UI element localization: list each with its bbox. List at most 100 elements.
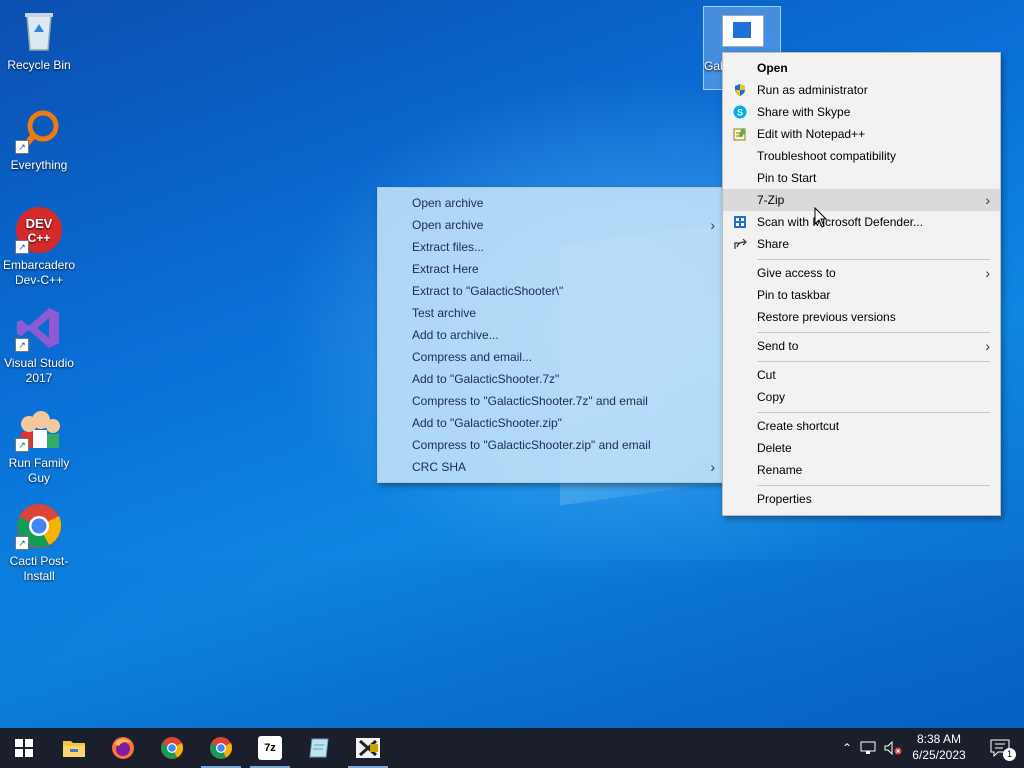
menu-item-rename[interactable]: Rename: [723, 459, 1000, 481]
menu-item-label: 7-Zip: [757, 193, 785, 207]
menu-item-pin-to-start[interactable]: Pin to Start: [723, 167, 1000, 189]
start-button[interactable]: [0, 728, 48, 768]
desktop-icon-cacti[interactable]: ↗ Cacti Post-Install: [2, 496, 76, 584]
windows-start-icon: [15, 739, 33, 757]
menu-item-give-access[interactable]: Give access to ›: [723, 262, 1000, 284]
svg-text:S: S: [737, 108, 743, 118]
defender-icon: [733, 215, 747, 229]
submenu-item-label: Compress and email...: [412, 350, 533, 364]
menu-item-scan-defender[interactable]: Scan with Microsoft Defender...: [723, 211, 1000, 233]
menu-item-restore-versions[interactable]: Restore previous versions: [723, 306, 1000, 328]
desktop-icon-visual-studio[interactable]: ↗ Visual Studio 2017: [2, 298, 76, 386]
submenu-item-open-archive[interactable]: Open archive: [378, 192, 725, 214]
selected-file-label: Gal: [704, 59, 723, 73]
submenu-item-label: CRC SHA: [412, 460, 467, 474]
taskbar-xampp[interactable]: [344, 728, 392, 768]
submenu-item-add-to-archive[interactable]: Add to archive...: [378, 324, 725, 346]
taskbar-file-explorer[interactable]: [50, 728, 98, 768]
submenu-item-add-to-zip[interactable]: Add to "GalacticShooter.zip": [378, 412, 725, 434]
application-icon: [722, 15, 764, 47]
family-guy-icon: ↗: [15, 404, 63, 452]
menu-separator: [757, 332, 990, 333]
submenu-item-label: Open archive: [412, 196, 484, 210]
submenu-item-open-archive-more[interactable]: Open archive ›: [378, 214, 725, 236]
taskbar-clock[interactable]: 8:38 AM 6/25/2023: [904, 731, 974, 763]
menu-separator: [757, 361, 990, 362]
desktop-icon-label: Recycle Bin: [7, 58, 71, 72]
taskbar-chrome-2[interactable]: [197, 728, 245, 768]
menu-separator: [757, 412, 990, 413]
submenu-item-crc-sha[interactable]: CRC SHA ›: [378, 456, 725, 478]
desktop-icon-everything[interactable]: ↗ Everything: [2, 100, 76, 173]
submenu-item-label: Test archive: [412, 306, 477, 320]
submenu-item-label: Add to archive...: [412, 328, 499, 342]
notepad-icon: [309, 738, 329, 758]
menu-item-label: Give access to: [757, 266, 836, 280]
submenu-item-compress-zip-email[interactable]: Compress to "GalacticShooter.zip" and em…: [378, 434, 725, 456]
chevron-right-icon: ›: [985, 192, 990, 208]
taskbar-7zip[interactable]: 7z: [246, 728, 294, 768]
submenu-item-label: Compress to "GalacticShooter.zip" and em…: [412, 438, 651, 452]
menu-item-share-skype[interactable]: S Share with Skype: [723, 101, 1000, 123]
menu-item-delete[interactable]: Delete: [723, 437, 1000, 459]
file-explorer-icon: [63, 741, 85, 757]
menu-item-create-shortcut[interactable]: Create shortcut: [723, 415, 1000, 437]
show-hidden-icons-chevron-icon[interactable]: ⌃: [838, 741, 856, 755]
taskbar-firefox[interactable]: [99, 728, 147, 768]
menu-item-copy[interactable]: Copy: [723, 386, 1000, 408]
menu-item-label: Scan with Microsoft Defender...: [757, 215, 924, 229]
submenu-item-label: Extract files...: [412, 240, 485, 254]
menu-item-label: Pin to Start: [757, 171, 817, 185]
chevron-right-icon: ›: [985, 338, 990, 354]
menu-item-troubleshoot[interactable]: Troubleshoot compatibility: [723, 145, 1000, 167]
menu-item-label: Create shortcut: [757, 419, 840, 433]
chevron-right-icon: ›: [710, 459, 715, 475]
menu-item-label: Open: [757, 61, 788, 75]
chevron-right-icon: ›: [710, 217, 715, 233]
menu-separator: [757, 485, 990, 486]
volume-muted-icon[interactable]: [884, 741, 902, 755]
submenu-item-compress-7z-email[interactable]: Compress to "GalacticShooter.7z" and ema…: [378, 390, 725, 412]
visual-studio-icon: ↗: [15, 304, 63, 352]
submenu-item-label: Compress to "GalacticShooter.7z" and ema…: [412, 394, 648, 408]
menu-item-properties[interactable]: Properties: [723, 488, 1000, 510]
menu-item-label: Troubleshoot compatibility: [757, 149, 896, 163]
shortcut-arrow-icon: ↗: [15, 438, 29, 452]
desktop-icon-recycle-bin[interactable]: Recycle Bin: [2, 0, 76, 73]
menu-item-label: Share with Skype: [757, 105, 851, 119]
menu-item-send-to[interactable]: Send to ›: [723, 335, 1000, 357]
menu-item-7zip[interactable]: 7-Zip ›: [723, 189, 1000, 211]
submenu-item-label: Extract to "GalacticShooter\": [412, 284, 564, 298]
submenu-item-test-archive[interactable]: Test archive: [378, 302, 725, 324]
menu-item-label: Delete: [757, 441, 792, 455]
submenu-item-extract-to[interactable]: Extract to "GalacticShooter\": [378, 280, 725, 302]
desktop-icon-devcpp[interactable]: DEV C++ ↗ Embarcadero Dev-C++: [2, 200, 76, 288]
menu-item-edit-notepadpp[interactable]: Edit with Notepad++: [723, 123, 1000, 145]
network-icon[interactable]: [860, 741, 876, 755]
menu-item-share[interactable]: Share: [723, 233, 1000, 255]
submenu-item-extract-files[interactable]: Extract files...: [378, 236, 725, 258]
skype-icon: S: [733, 105, 747, 119]
menu-item-open[interactable]: Open: [723, 57, 1000, 79]
desktop-icon-label: Visual Studio 2017: [4, 356, 74, 385]
taskbar-notepad[interactable]: [295, 728, 343, 768]
firefox-icon: [112, 737, 134, 759]
menu-item-label: Run as administrator: [757, 83, 868, 97]
mouse-cursor-icon: [814, 207, 828, 228]
action-center-button[interactable]: 1: [976, 728, 1024, 768]
system-tray: ⌃: [838, 728, 902, 768]
menu-item-pin-to-taskbar[interactable]: Pin to taskbar: [723, 284, 1000, 306]
menu-item-run-as-admin[interactable]: Run as administrator: [723, 79, 1000, 101]
shortcut-arrow-icon: ↗: [15, 140, 29, 154]
submenu-item-extract-here[interactable]: Extract Here: [378, 258, 725, 280]
desktop-icon-family-guy[interactable]: ↗ Run Family Guy: [2, 398, 76, 486]
submenu-item-add-to-7z[interactable]: Add to "GalacticShooter.7z": [378, 368, 725, 390]
menu-item-label: Cut: [757, 368, 776, 382]
menu-item-label: Edit with Notepad++: [757, 127, 866, 141]
xampp-icon: [356, 738, 380, 758]
submenu-item-compress-and-email[interactable]: Compress and email...: [378, 346, 725, 368]
share-icon: [733, 237, 747, 251]
menu-item-cut[interactable]: Cut: [723, 364, 1000, 386]
taskbar-chrome[interactable]: [148, 728, 196, 768]
chrome-icon-2: [210, 737, 233, 759]
